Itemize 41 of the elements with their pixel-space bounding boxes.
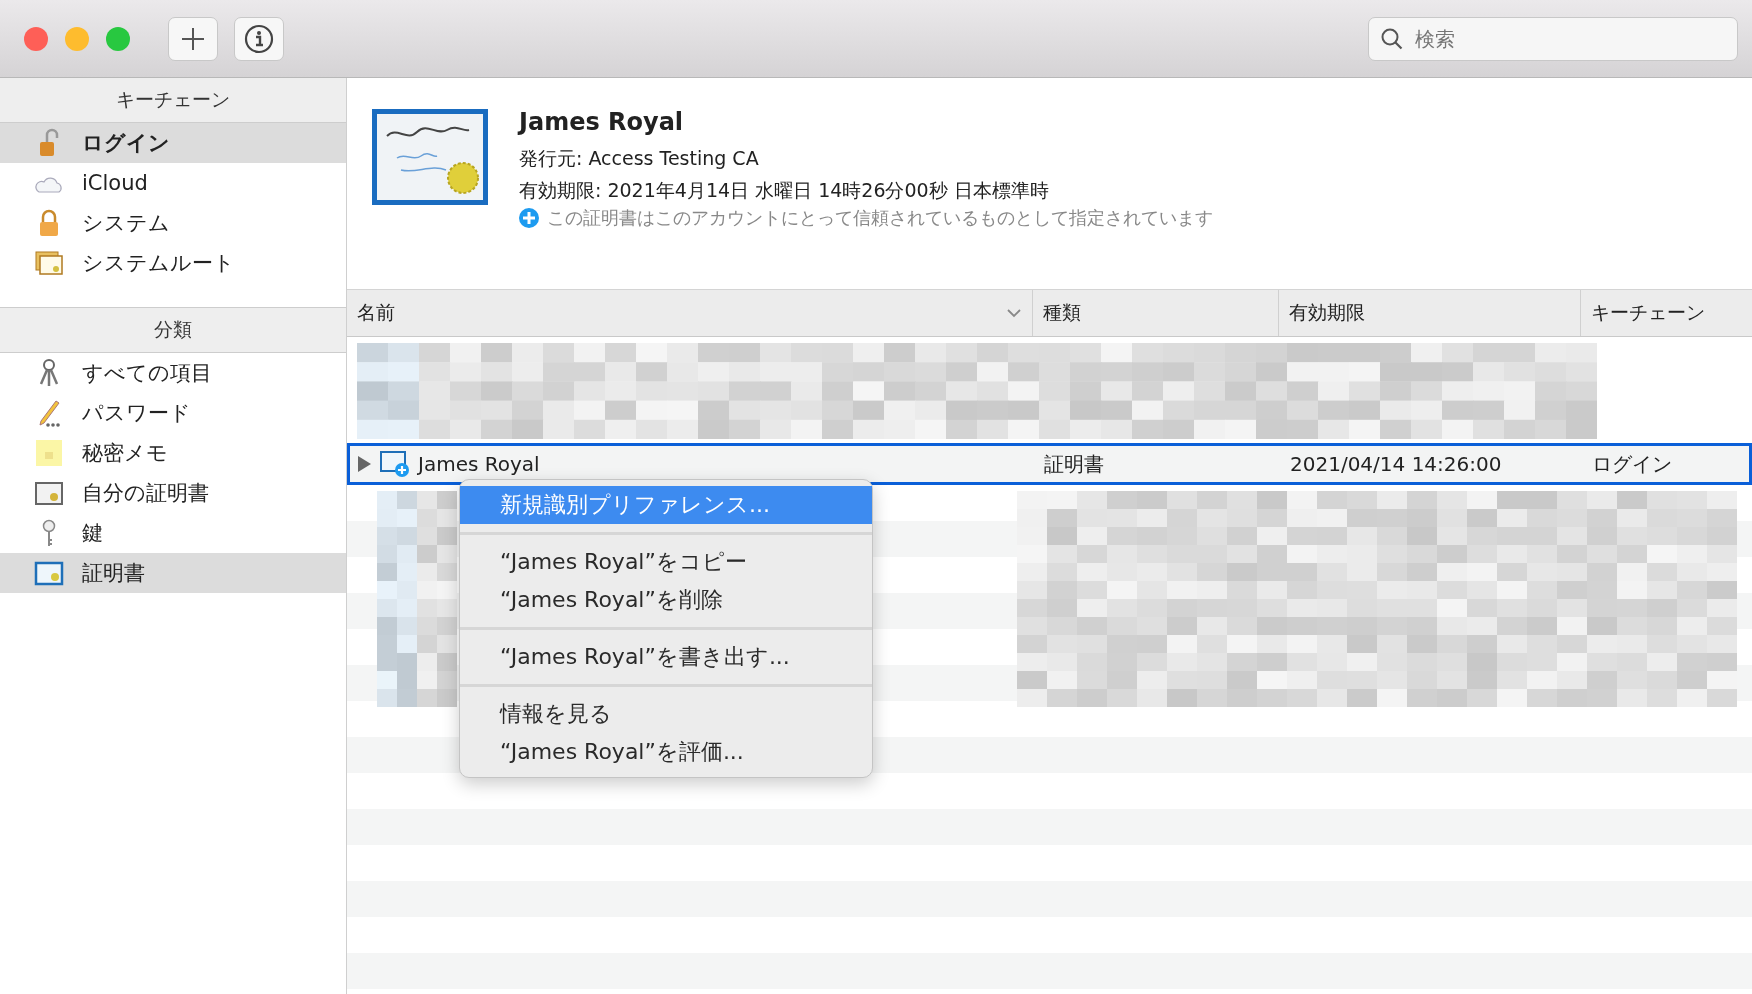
sidebar-item[interactable]: iCloud	[0, 163, 346, 203]
triangle-right-icon[interactable]	[356, 455, 372, 473]
column-header[interactable]: キーチェーン	[1581, 290, 1752, 336]
table-cell: James Royal	[418, 452, 540, 476]
expiry-text: 有効期限: 2021年4月14日 水曜日 14時26分00秒 日本標準時	[519, 178, 1050, 203]
sidebar-item[interactable]: 自分の証明書	[0, 473, 346, 513]
section-header: 分類	[0, 308, 346, 353]
column-header[interactable]: 種類	[1033, 290, 1279, 336]
table-row[interactable]: James Royal 証明書 2021/04/14 14:26:00 ログイン	[347, 443, 1752, 485]
search-field[interactable]: 検索	[1368, 16, 1738, 61]
sidebar-item[interactable]: 証明書	[0, 553, 346, 593]
plus-icon	[519, 208, 539, 228]
section-header: キーチェーン	[0, 78, 346, 123]
menu-item[interactable]: “James Royal”を評価...	[460, 733, 872, 771]
sidebar-item[interactable]: パスワード	[0, 393, 346, 433]
certificate-name: James Royal	[519, 108, 685, 136]
column-header[interactable]: 名前	[347, 290, 1033, 336]
note-icon	[34, 438, 64, 468]
sidebar-item[interactable]: すべての項目	[0, 353, 346, 393]
plus-icon	[180, 25, 206, 52]
sidebar-item[interactable]: ログイン	[0, 123, 346, 163]
menu-item[interactable]: 情報を見る	[460, 695, 872, 733]
issuer-text: 発行元: Access Testing CA	[519, 146, 760, 171]
add-button[interactable]	[168, 16, 218, 61]
column-header[interactable]: 有効期限	[1279, 290, 1581, 336]
certificate-plus-icon	[380, 451, 410, 477]
table-cell: 証明書	[1044, 450, 1104, 478]
table-cell: 2021/04/14 14:26:00	[1290, 452, 1502, 476]
certificate-icon	[371, 108, 489, 206]
sidebar-item[interactable]: システム	[0, 203, 346, 243]
sidebar-item[interactable]: システムルート	[0, 243, 346, 283]
trust-status-text: この証明書はこのアカウントにとって信頼されているものとして指定されています	[547, 206, 1213, 230]
menu-item[interactable]: “James Royal”を削除	[460, 581, 872, 619]
certs-icon	[34, 248, 64, 278]
sidebar-item[interactable]: 秘密メモ	[0, 433, 346, 473]
menu-item[interactable]: “James Royal”をコピー	[460, 543, 872, 581]
info-icon	[244, 23, 274, 54]
menu-item[interactable]: “James Royal”を書き出す...	[460, 638, 872, 676]
sidebar-item[interactable]: 鍵	[0, 513, 346, 553]
info-button[interactable]	[234, 16, 284, 61]
table-cell: ログイン	[1592, 450, 1672, 478]
